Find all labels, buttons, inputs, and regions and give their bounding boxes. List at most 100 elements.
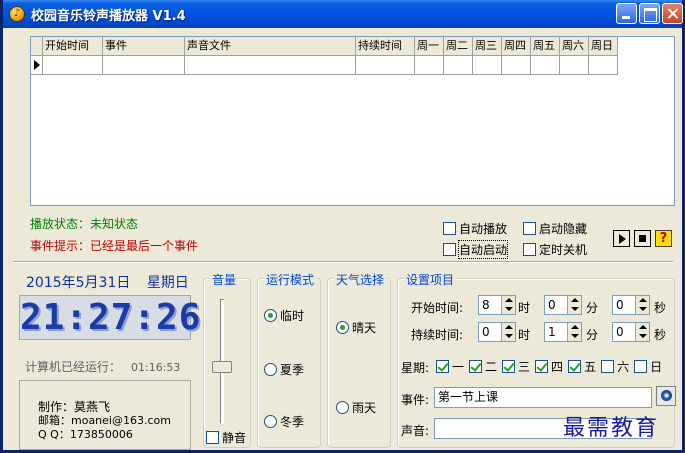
weekday-sun-box[interactable] — [634, 360, 648, 373]
run-mode-winter-dot[interactable] — [264, 415, 277, 428]
auto-play-checkbox[interactable]: 自动播放 — [443, 220, 507, 237]
mute-label: 静音 — [222, 431, 247, 445]
weekday-sat-checkbox[interactable]: 六 — [601, 358, 629, 375]
weather-sunny-dot[interactable] — [336, 321, 349, 334]
col-header-wed[interactable]: 周三 — [473, 37, 502, 56]
start-hidden-checkbox[interactable]: 启动隐藏 — [523, 220, 587, 237]
mute-checkbox-box[interactable] — [206, 431, 219, 444]
volume-group-title: 音量 — [210, 271, 239, 288]
start-second-spinner[interactable]: 0 — [612, 295, 650, 315]
table-cell[interactable] — [103, 56, 185, 75]
weekday-mon-box[interactable] — [436, 360, 449, 373]
col-header-sun[interactable]: 周日 — [589, 37, 618, 56]
run-mode-temporary-dot[interactable] — [264, 309, 277, 322]
start-minute-spinner[interactable]: 0 — [544, 295, 582, 315]
author-info-box: 制作：莫燕飞 邮箱：moanei@163.com Q Q：173850006 — [19, 380, 191, 450]
author-qq-value: 173850006 — [69, 428, 133, 441]
table-cell[interactable] — [356, 56, 415, 75]
uptime-display: 计算机已经运行： 01:16:53 — [25, 358, 180, 375]
spinner-arrows-icon[interactable] — [501, 323, 515, 341]
app-music-icon: ♪ — [9, 6, 25, 22]
timed-shutdown-checkbox-box[interactable] — [523, 243, 536, 256]
col-header-tue[interactable]: 周二 — [444, 37, 473, 56]
mute-checkbox[interactable]: 静音 — [206, 429, 246, 446]
table-cell[interactable] — [415, 56, 444, 75]
author-qq-label: Q Q： — [38, 428, 70, 441]
spinner-arrows-icon[interactable] — [635, 323, 649, 341]
play-icon[interactable] — [613, 230, 630, 247]
col-header-sat[interactable]: 周六 — [560, 37, 589, 56]
duration-minute-spinner[interactable]: 1 — [544, 322, 582, 342]
window-title: 校园音乐铃声播放器 V1.4 — [31, 9, 186, 24]
start-hour-spinner[interactable]: 8 — [478, 295, 516, 315]
close-button[interactable] — [662, 3, 683, 24]
table-cell[interactable] — [531, 56, 560, 75]
spinner-arrows-icon[interactable] — [635, 296, 649, 314]
duration-hour-spinner[interactable]: 0 — [478, 322, 516, 342]
duration-second-spinner[interactable]: 0 — [612, 322, 650, 342]
run-mode-group: 运行模式 临时 夏季 冬季 — [257, 271, 321, 448]
weekday-fri-checkbox[interactable]: 五 — [568, 358, 596, 375]
author-qq: Q Q：173850006 — [38, 426, 133, 442]
spinner-arrows-icon[interactable] — [567, 323, 581, 341]
volume-slider-thumb[interactable] — [212, 361, 232, 374]
duration-second-value: 0 — [616, 325, 624, 339]
table-cell[interactable] — [589, 56, 618, 75]
table-cell[interactable] — [185, 56, 356, 75]
col-header-fri[interactable]: 周五 — [531, 37, 560, 56]
run-mode-summer-radio[interactable]: 夏季 — [264, 361, 304, 378]
col-header-duration[interactable]: 持续时间 — [356, 37, 415, 56]
weather-sunny-radio[interactable]: 晴天 — [336, 319, 376, 336]
spinner-arrows-icon[interactable] — [567, 296, 581, 314]
col-header-sound-file[interactable]: 声音文件 — [185, 37, 356, 56]
table-cell[interactable] — [473, 56, 502, 75]
weekday-tue-checkbox[interactable]: 二 — [469, 358, 497, 375]
col-header-event[interactable]: 事件 — [103, 37, 185, 56]
maximize-button[interactable] — [639, 3, 660, 24]
col-header-mon[interactable]: 周一 — [415, 37, 444, 56]
weekday-sat-box[interactable] — [601, 360, 615, 373]
col-header-thu[interactable]: 周四 — [502, 37, 531, 56]
table-header: 开始时间 事件 声音文件 持续时间 周一 周二 周三 周四 周五 周六 周日 — [31, 37, 618, 56]
weekday-sun-checkbox[interactable]: 日 — [634, 358, 662, 375]
header-corner — [31, 37, 43, 56]
title-bar[interactable]: ♪ 校园音乐铃声播放器 V1.4 — [3, 0, 683, 28]
table-row[interactable] — [31, 56, 618, 75]
weekday-tue-box[interactable] — [469, 360, 483, 373]
minimize-button[interactable] — [616, 3, 637, 24]
auto-start-checkbox[interactable]: 自动启动 — [443, 240, 509, 259]
weekday-wed-checkbox[interactable]: 三 — [502, 358, 530, 375]
spinner-arrows-icon[interactable] — [501, 296, 515, 314]
table-cell[interactable] — [43, 56, 103, 75]
run-mode-summer-dot[interactable] — [264, 363, 277, 376]
music-browse-icon[interactable] — [656, 386, 676, 406]
row-selector-arrow-icon[interactable] — [31, 56, 43, 75]
auto-start-checkbox-box[interactable] — [443, 243, 456, 256]
timed-shutdown-checkbox[interactable]: 定时关机 — [523, 241, 587, 258]
weather-rainy-radio[interactable]: 雨天 — [336, 399, 376, 416]
run-mode-winter-radio[interactable]: 冬季 — [264, 413, 304, 430]
weather-rainy-label: 雨天 — [352, 401, 377, 415]
col-header-start-time[interactable]: 开始时间 — [43, 37, 103, 56]
table-cell[interactable] — [444, 56, 473, 75]
help-icon[interactable]: ? — [655, 230, 672, 247]
table-cell[interactable] — [560, 56, 589, 75]
weekday-fri-box[interactable] — [568, 360, 582, 373]
event-input[interactable]: 第一节上课 — [434, 387, 652, 408]
weather-rainy-dot[interactable] — [336, 401, 349, 414]
run-mode-temporary-label: 临时 — [280, 309, 305, 323]
weekday-mon-checkbox[interactable]: 一 — [436, 358, 464, 375]
weekday-wed-box[interactable] — [502, 360, 516, 373]
run-mode-temporary-radio[interactable]: 临时 — [264, 307, 304, 324]
weekday-thu-box[interactable] — [535, 360, 549, 373]
start-hour-value: 8 — [482, 298, 490, 312]
date-display: 2015年5月31日 星期日 — [26, 272, 189, 292]
start-hidden-checkbox-box[interactable] — [523, 222, 536, 235]
stop-icon[interactable] — [634, 230, 651, 247]
auto-play-checkbox-box[interactable] — [443, 222, 456, 235]
weekday-thu-checkbox[interactable]: 四 — [535, 358, 563, 375]
table-cell[interactable] — [502, 56, 531, 75]
schedule-table[interactable]: 开始时间 事件 声音文件 持续时间 周一 周二 周三 周四 周五 周六 周日 — [30, 36, 675, 206]
weekday-sun-label: 日 — [650, 360, 663, 374]
start-hidden-label: 启动隐藏 — [539, 222, 588, 236]
